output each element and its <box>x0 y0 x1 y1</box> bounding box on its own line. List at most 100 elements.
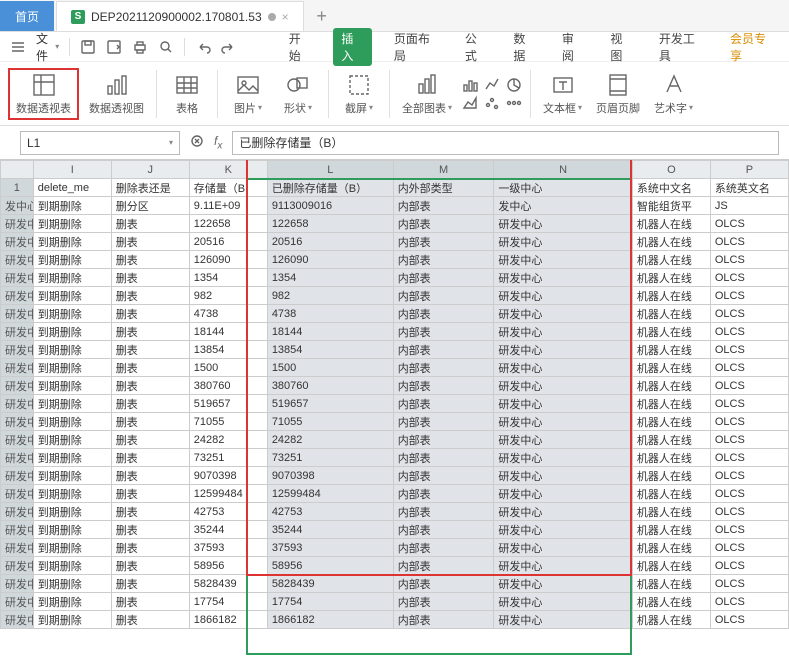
fx-icon[interactable]: fx <box>214 134 222 151</box>
row-header[interactable]: 研发中心 <box>1 377 34 395</box>
cell[interactable]: 9070398 <box>189 467 267 485</box>
cell[interactable]: OLCS <box>710 593 788 611</box>
row-header[interactable]: 研发中心 <box>1 467 34 485</box>
cell[interactable]: OLCS <box>710 395 788 413</box>
cell[interactable]: 到期删除 <box>33 593 111 611</box>
cell[interactable]: 删表 <box>111 521 189 539</box>
cell[interactable]: OLCS <box>710 233 788 251</box>
cell[interactable]: 内部表 <box>393 431 494 449</box>
cell[interactable]: 到期删除 <box>33 485 111 503</box>
cell[interactable]: OLCS <box>710 359 788 377</box>
cell[interactable]: 删表 <box>111 359 189 377</box>
cell[interactable]: 机器人在线 <box>632 269 710 287</box>
cell[interactable]: 4738 <box>189 305 267 323</box>
cell[interactable]: 研发中心 <box>494 593 632 611</box>
cell[interactable]: 到期删除 <box>33 431 111 449</box>
cell[interactable]: OLCS <box>710 269 788 287</box>
more-chart-icon[interactable] <box>506 95 522 111</box>
save-icon[interactable] <box>80 39 96 55</box>
cell[interactable]: 内部表 <box>393 197 494 215</box>
row-header[interactable]: 研发中心 <box>1 485 34 503</box>
cell[interactable]: JS <box>710 197 788 215</box>
cell[interactable]: 研发中心 <box>494 287 632 305</box>
cell[interactable]: 智能组货平 <box>632 197 710 215</box>
cell[interactable]: OLCS <box>710 287 788 305</box>
bar-chart-icon[interactable] <box>462 77 478 93</box>
cell[interactable]: OLCS <box>710 251 788 269</box>
cell[interactable]: 内部表 <box>393 539 494 557</box>
btn-textbox[interactable]: 文本框▾ <box>539 72 586 116</box>
save-as-icon[interactable] <box>106 39 122 55</box>
cell[interactable]: 17754 <box>189 593 267 611</box>
cell[interactable]: 机器人在线 <box>632 449 710 467</box>
cell[interactable]: 内部表 <box>393 359 494 377</box>
cell[interactable]: 删表 <box>111 377 189 395</box>
cell[interactable]: 机器人在线 <box>632 413 710 431</box>
cell[interactable]: 机器人在线 <box>632 395 710 413</box>
cell[interactable]: 研发中心 <box>494 377 632 395</box>
cell[interactable]: 研发中心 <box>494 233 632 251</box>
cell[interactable]: OLCS <box>710 323 788 341</box>
cell[interactable]: OLCS <box>710 377 788 395</box>
cell[interactable]: 已删除存储量（B） <box>267 179 393 197</box>
cell[interactable]: OLCS <box>710 449 788 467</box>
cell[interactable]: 9113009016 <box>267 197 393 215</box>
cell[interactable]: 12599484 <box>267 485 393 503</box>
cell[interactable]: OLCS <box>710 539 788 557</box>
row-header[interactable]: 研发中心 <box>1 395 34 413</box>
cell[interactable]: 机器人在线 <box>632 539 710 557</box>
cell[interactable]: 删表 <box>111 233 189 251</box>
cell[interactable]: 删表 <box>111 323 189 341</box>
cell[interactable]: 机器人在线 <box>632 521 710 539</box>
cell[interactable]: OLCS <box>710 575 788 593</box>
cell[interactable]: 到期删除 <box>33 413 111 431</box>
print-icon[interactable] <box>132 39 148 55</box>
cell[interactable]: 到期删除 <box>33 287 111 305</box>
cell[interactable]: 到期删除 <box>33 539 111 557</box>
row-header[interactable]: 研发中心 <box>1 359 34 377</box>
cell[interactable]: 5828439 <box>267 575 393 593</box>
cell[interactable]: 24282 <box>267 431 393 449</box>
col-header[interactable]: P <box>710 161 788 179</box>
cell[interactable]: 机器人在线 <box>632 575 710 593</box>
cell[interactable]: 1500 <box>189 359 267 377</box>
btn-pivot-table[interactable]: 数据透视表 <box>12 72 75 116</box>
cell[interactable]: 到期删除 <box>33 557 111 575</box>
cell[interactable]: 5828439 <box>189 575 267 593</box>
cell[interactable]: OLCS <box>710 467 788 485</box>
cell[interactable]: 研发中心 <box>494 359 632 377</box>
btn-shape[interactable]: 形状▾ <box>276 72 320 116</box>
cell[interactable]: 到期删除 <box>33 341 111 359</box>
col-header[interactable]: O <box>632 161 710 179</box>
cell[interactable]: 到期删除 <box>33 359 111 377</box>
cell[interactable]: OLCS <box>710 557 788 575</box>
cell[interactable]: 122658 <box>189 215 267 233</box>
cell[interactable]: 380760 <box>189 377 267 395</box>
row-header[interactable]: 研发中心 <box>1 449 34 467</box>
row-header[interactable]: 研发中心 <box>1 593 34 611</box>
cell[interactable]: 13854 <box>267 341 393 359</box>
file-menu[interactable]: 文件▾ <box>36 30 59 64</box>
cell[interactable]: 发中心 <box>494 197 632 215</box>
redo-icon[interactable] <box>221 39 237 55</box>
cell[interactable]: OLCS <box>710 413 788 431</box>
cell[interactable]: delete_me <box>33 179 111 197</box>
cell[interactable]: 37593 <box>189 539 267 557</box>
undo-icon[interactable] <box>195 39 211 55</box>
cell[interactable]: OLCS <box>710 341 788 359</box>
cell[interactable]: 到期删除 <box>33 215 111 233</box>
row-header[interactable]: 发中心 <box>1 197 34 215</box>
cell[interactable]: 内部表 <box>393 575 494 593</box>
row-header[interactable]: 研发中心 <box>1 539 34 557</box>
cell[interactable]: 到期删除 <box>33 575 111 593</box>
btn-pivot-chart[interactable]: 数据透视图 <box>85 72 148 116</box>
cell[interactable]: 12599484 <box>189 485 267 503</box>
cell[interactable]: 73251 <box>267 449 393 467</box>
cell[interactable]: 内部表 <box>393 341 494 359</box>
cell[interactable]: 删表 <box>111 485 189 503</box>
cell[interactable]: 删表 <box>111 395 189 413</box>
cell[interactable]: 机器人在线 <box>632 467 710 485</box>
cell[interactable]: 删表 <box>111 467 189 485</box>
cell[interactable]: 机器人在线 <box>632 431 710 449</box>
cell[interactable]: 研发中心 <box>494 413 632 431</box>
